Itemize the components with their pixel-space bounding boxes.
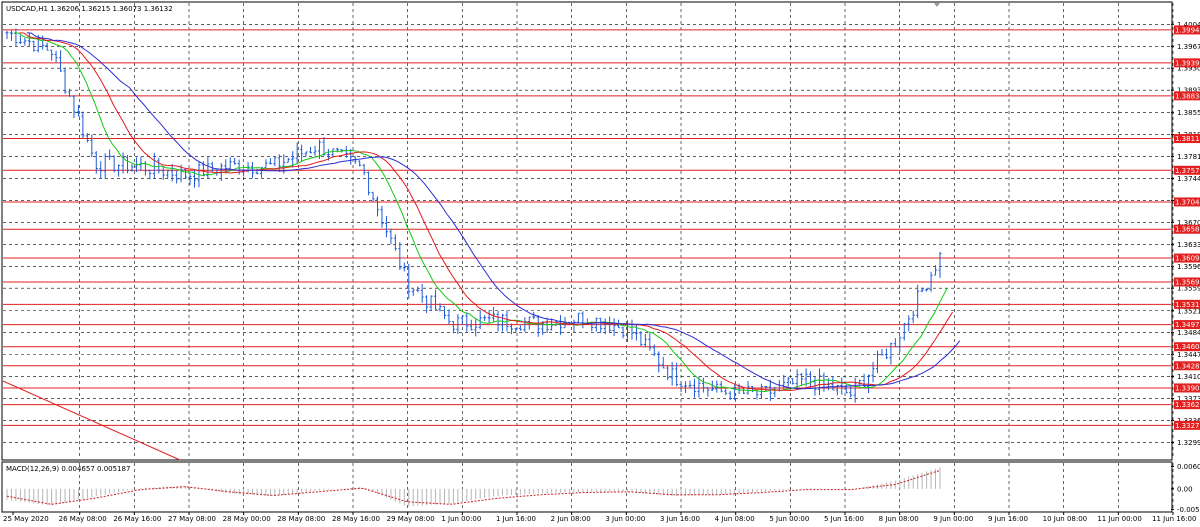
- level-price-label: 1.36585: [1175, 226, 1200, 234]
- main-plot-frame: [1, 1, 1173, 461]
- time-tick-label: 26 May 16:00: [113, 515, 161, 523]
- price-tick-label: 1.3447: [1177, 351, 1200, 359]
- level-price-label: 1.37045: [1175, 198, 1200, 206]
- price-tick-label: 1.3744: [1177, 175, 1200, 183]
- time-tick-label: 5 Jun 00:00: [769, 515, 809, 523]
- price-tick-label: 1.3633: [1177, 241, 1200, 249]
- level-price-label: 1.34977: [1175, 321, 1200, 329]
- price-tick-label: 1.3484: [1177, 329, 1200, 337]
- time-tick-label: 25 May 2020: [3, 515, 49, 523]
- symbol-header: USDCAD,H1 1.36206 1.36215 1.36073 1.3613…: [6, 5, 173, 13]
- time-tick-label: 3 Jun 16:00: [660, 515, 700, 523]
- time-tick-label: 28 May 08:00: [277, 515, 325, 523]
- level-price-label: 1.38834: [1175, 92, 1200, 100]
- level-price-label: 1.37579: [1175, 167, 1200, 175]
- time-tick-label: 29 May 08:00: [387, 515, 435, 523]
- price-tick-label: 1.3299: [1177, 439, 1200, 447]
- macd-tick-label: 0.00606: [1177, 463, 1200, 471]
- level-price-label: 1.36099: [1175, 255, 1200, 263]
- level-price-label: 1.35318: [1175, 301, 1200, 309]
- price-chart[interactable]: 1.40041.39671.39301.38931.38551.38181.37…: [0, 0, 1200, 527]
- time-tick-label: 11 Jun 16:00: [1152, 515, 1196, 523]
- time-tick-label: 28 May 00:00: [223, 515, 271, 523]
- time-tick-label: 10 Jun 08:00: [1043, 515, 1087, 523]
- level-price-label: 1.38114: [1175, 135, 1200, 143]
- time-tick-label: 11 Jun 00:00: [1097, 515, 1141, 523]
- time-tick-label: 8 Jun 08:00: [879, 515, 919, 523]
- time-tick-label: 1 Jun 16:00: [496, 515, 536, 523]
- time-tick-label: 9 Jun 16:00: [988, 515, 1028, 523]
- time-tick-label: 26 May 08:00: [59, 515, 107, 523]
- time-tick-label: 9 Jun 00:00: [933, 515, 973, 523]
- level-price-label: 1.39391: [1175, 59, 1200, 67]
- time-tick-label: 4 Jun 08:00: [715, 515, 755, 523]
- macd-tick-label: 0.00: [1177, 485, 1193, 493]
- level-price-label: 1.33626: [1175, 401, 1200, 409]
- price-tick-label: 1.3410: [1177, 373, 1200, 381]
- macd-header: MACD(12,26,9) 0.004657 0.005187: [6, 465, 130, 473]
- time-tick-label: 1 Jun 00:00: [441, 515, 481, 523]
- level-price-label: 1.35695: [1175, 278, 1200, 286]
- macd-tick-label: -0.00556: [1177, 506, 1200, 514]
- price-tick-label: 1.3781: [1177, 153, 1200, 161]
- price-tick-label: 1.3967: [1177, 43, 1200, 51]
- level-price-label: 1.39946: [1175, 26, 1200, 34]
- time-tick-label: 2 Jun 08:00: [551, 515, 591, 523]
- time-tick-label: 3 Jun 00:00: [605, 515, 645, 523]
- time-tick-label: 28 May 16:00: [332, 515, 380, 523]
- price-tick-label: 1.3596: [1177, 263, 1200, 271]
- level-price-label: 1.33278: [1175, 422, 1200, 430]
- time-tick-label: 5 Jun 16:00: [824, 515, 864, 523]
- level-price-label: 1.34604: [1175, 343, 1200, 351]
- level-price-label: 1.34282: [1175, 362, 1200, 370]
- time-tick-label: 27 May 08:00: [168, 515, 216, 523]
- price-tick-label: 1.3855: [1177, 109, 1200, 117]
- level-price-label: 1.33908: [1175, 384, 1200, 392]
